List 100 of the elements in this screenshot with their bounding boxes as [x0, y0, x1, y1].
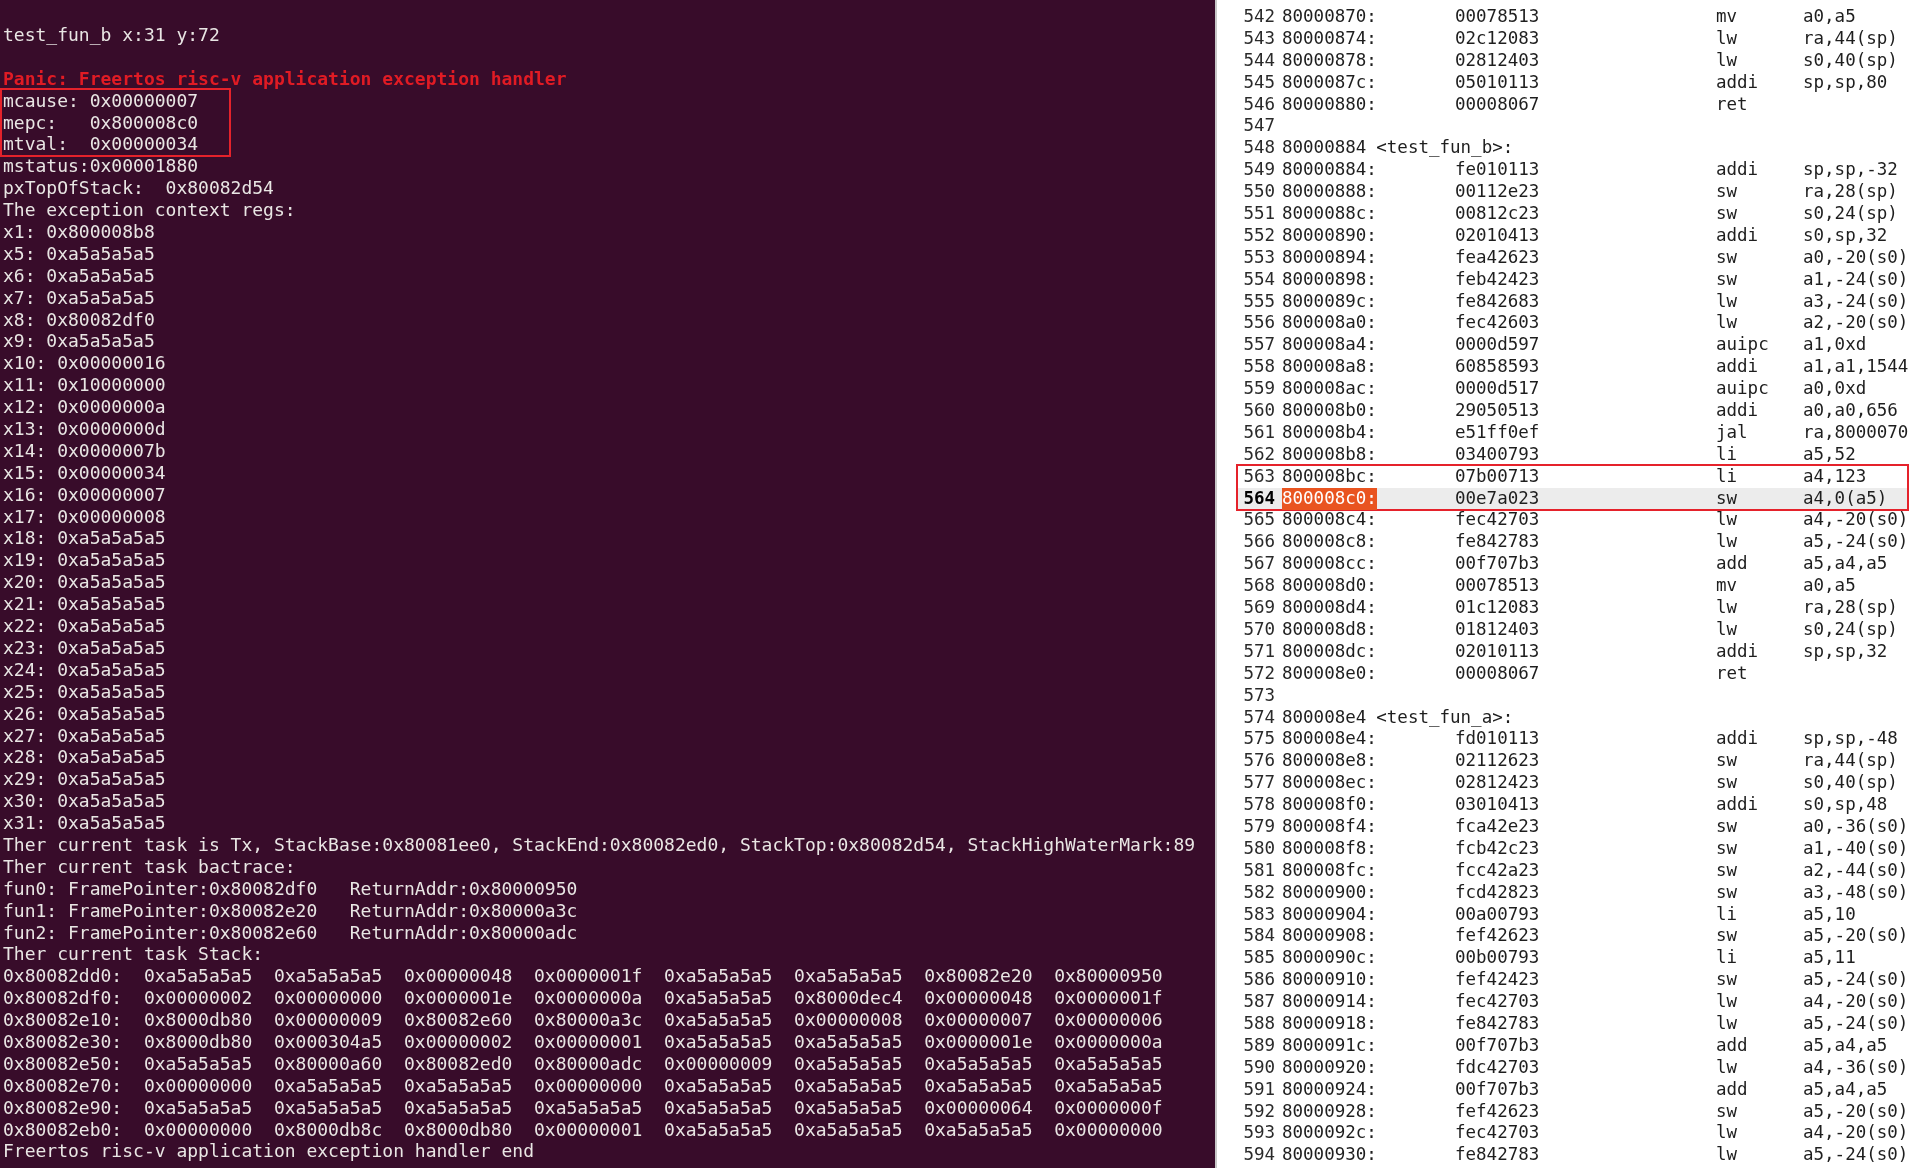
line-number: 556 [1242, 312, 1276, 335]
operands: s0,24(sp) [1803, 618, 1899, 641]
address: 800008f0: [1282, 794, 1377, 816]
mnemonic: sw [1716, 750, 1739, 773]
operands: a4,-20(s0) [1803, 1122, 1910, 1145]
mnemonic: auipc [1716, 334, 1770, 357]
operands: a5,a4,a5 [1803, 1078, 1889, 1101]
address: 80000880: [1282, 93, 1377, 116]
opcode-hex: 05010113 [1455, 71, 1541, 94]
operands: a4,0(a5) [1803, 487, 1889, 510]
terminal-line: Freertos risc-v application exception handler end [3, 1140, 534, 1163]
opcode-hex: 00078513 [1455, 575, 1541, 598]
mnemonic: ret [1716, 93, 1749, 116]
line-number: 548 [1242, 137, 1276, 160]
operands: sp,sp,80 [1803, 71, 1889, 94]
line-number: 553 [1242, 246, 1276, 269]
address: 800008b0: [1282, 400, 1377, 422]
line-number: 551 [1242, 203, 1276, 225]
terminal-line: x27: 0xa5a5a5a5 [3, 724, 166, 747]
opcode-hex: 00f707b3 [1455, 1034, 1541, 1057]
address: 800008a8: [1282, 356, 1377, 379]
operands: a5,11 [1803, 947, 1857, 970]
address: 800008e0: [1282, 662, 1377, 685]
mnemonic: li [1716, 947, 1739, 970]
line-number: 593 [1242, 1122, 1276, 1145]
line-number: 560 [1242, 400, 1276, 422]
mnemonic: lw [1716, 618, 1739, 641]
mnemonic: li [1716, 465, 1739, 488]
address: 800008e4 [1282, 706, 1367, 729]
operands: a0,a5 [1803, 575, 1857, 598]
line-number: 543 [1242, 27, 1276, 50]
terminal-line: x23: 0xa5a5a5a5 [3, 636, 166, 659]
terminal-line: x8: 0x80082df0 [3, 308, 155, 331]
mnemonic: addi [1716, 356, 1760, 379]
address: 8000088c: [1282, 203, 1377, 225]
opcode-hex: 07b00713 [1455, 465, 1541, 488]
mnemonic: sw [1716, 859, 1739, 882]
address: 800008a4: [1282, 334, 1377, 357]
line-number: 555 [1242, 290, 1276, 313]
address: 80000930: [1282, 1144, 1377, 1167]
line-number: 558 [1242, 356, 1276, 379]
opcode-hex: fcc42a23 [1455, 859, 1541, 882]
opcode-hex: fef42623 [1455, 1100, 1541, 1123]
line-number: 571 [1242, 640, 1276, 663]
address: 8000090c: [1282, 947, 1377, 970]
line-number: 594 [1242, 1144, 1276, 1167]
operands: a5,52 [1803, 443, 1857, 466]
terminal-line: x29: 0xa5a5a5a5 [3, 768, 166, 791]
mnemonic: lw [1716, 27, 1739, 50]
mnemonic: add [1716, 1078, 1749, 1101]
line-number: 574 [1242, 706, 1276, 729]
mnemonic: sw [1716, 772, 1739, 795]
line-number: 590 [1242, 1056, 1276, 1079]
terminal-line: Ther current task is Tx, StackBase:0x80081ee0, StackEnd:0x80082ed0, StackTop:0x80082d54, StackHighWaterMark:89 [3, 833, 1196, 856]
mnemonic: add [1716, 553, 1749, 576]
terminal-line: mstatus:0x00001880 [3, 155, 199, 178]
terminal-line: x5: 0xa5a5a5a5 [3, 242, 155, 265]
line-number: 580 [1242, 837, 1276, 860]
opcode-hex: 02112623 [1455, 750, 1541, 773]
operands: a4,-20(s0) [1803, 991, 1910, 1013]
opcode-hex: 60858593 [1455, 356, 1541, 379]
opcode-hex: e51ff0ef [1455, 421, 1541, 444]
terminal-line: mcause: 0x00000007 [3, 89, 199, 112]
terminal-line: x16: 0x00000007 [3, 483, 166, 506]
terminal-line: x25: 0xa5a5a5a5 [3, 680, 166, 703]
opcode-hex: 0000d517 [1455, 378, 1541, 401]
operands: sp,sp,-48 [1803, 728, 1899, 751]
mnemonic: jal [1716, 421, 1749, 444]
operands: s0,40(sp) [1803, 772, 1899, 795]
terminal-line: x15: 0x00000034 [3, 461, 166, 484]
operands: a0,0xd [1803, 378, 1868, 401]
address: 80000918: [1282, 1012, 1377, 1035]
opcode-hex: fe842683 [1455, 290, 1541, 313]
mnemonic: sw [1716, 246, 1739, 269]
terminal-line: mepc: 0x800008c0 [3, 111, 199, 134]
operands: a5,a4,a5 [1803, 1034, 1889, 1057]
terminal-line: mtval: 0x00000034 [3, 133, 199, 156]
operands: a5,-24(s0) [1803, 969, 1910, 992]
operands: a1,-40(s0) [1803, 837, 1910, 860]
operands: a0,-36(s0) [1803, 815, 1910, 838]
terminal-line: The exception context regs: [3, 199, 296, 221]
address: 800008bc: [1282, 465, 1377, 488]
mnemonic: add [1716, 1034, 1749, 1057]
error-message: Panic: Freertos risc-v application exception handler [3, 67, 567, 90]
line-number: 552 [1242, 224, 1276, 247]
line-number: 572 [1242, 662, 1276, 685]
line-number: 562 [1242, 443, 1276, 466]
line-number: 559 [1242, 378, 1276, 401]
opcode-hex: fcd42823 [1455, 881, 1541, 904]
operands: a3,-48(s0) [1803, 881, 1910, 904]
opcode-hex: fef42623 [1455, 925, 1541, 948]
address: 800008f8: [1282, 837, 1377, 860]
address: 800008fc: [1282, 859, 1377, 882]
terminal-line: x26: 0xa5a5a5a5 [3, 702, 166, 725]
opcode-hex: fe842783 [1455, 1144, 1541, 1167]
opcode-hex: fdc42703 [1455, 1056, 1541, 1079]
mnemonic: lw [1716, 1056, 1739, 1079]
address: 800008d0: [1282, 575, 1377, 598]
line-number: 587 [1242, 991, 1276, 1013]
address: 800008ac: [1282, 378, 1377, 401]
